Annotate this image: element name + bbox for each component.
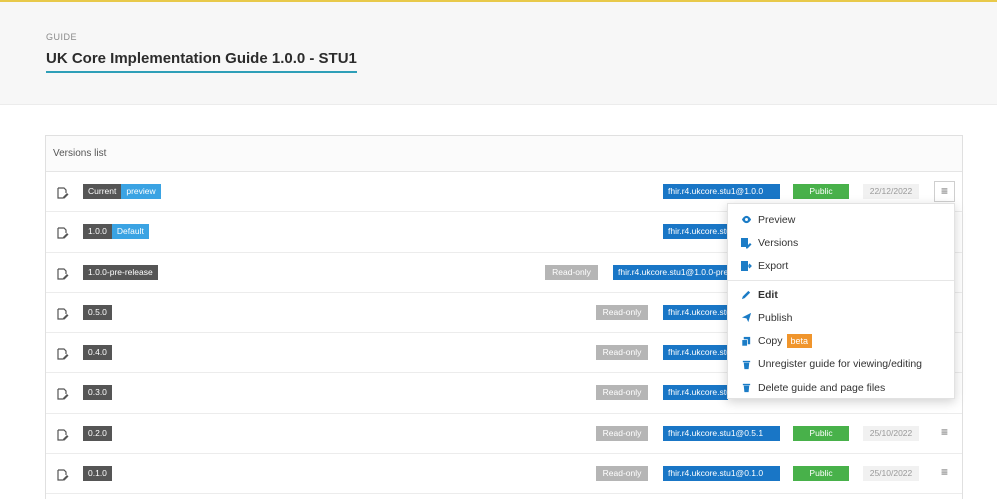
version-label: 0.3.0 xyxy=(83,385,112,401)
hamburger-icon: ≡ xyxy=(940,424,948,439)
menu-item-label: Export xyxy=(758,260,789,273)
menu-item-publish[interactable]: Publish xyxy=(728,306,954,329)
page-eyebrow: GUIDE xyxy=(46,32,78,42)
menu-item-label: Versions xyxy=(758,236,799,249)
version-badge: Default xyxy=(111,224,149,240)
menu-item-export[interactable]: Export xyxy=(728,255,954,278)
version-label: 0.2.0 xyxy=(83,425,112,441)
package-id-badge[interactable]: fhir.r4.ukcore.stu1@1.0.0-pre-release xyxy=(613,264,727,280)
menu-item-label: Preview xyxy=(758,213,796,226)
read-only-badge: Read-only xyxy=(596,385,648,401)
menu-item-versions[interactable]: Versions xyxy=(728,231,954,254)
guide-version-icon xyxy=(57,307,69,320)
status-badge: Public xyxy=(793,184,849,199)
package-id-badge[interactable]: fhir.r4.ukcore.stu1@0.5.0 xyxy=(663,304,728,320)
menu-item-delete[interactable]: Delete guide and page files xyxy=(728,376,954,399)
menu-divider xyxy=(728,279,954,281)
guide-version-icon xyxy=(57,347,69,360)
trash-icon xyxy=(740,358,752,370)
version-label: 0.4.0 xyxy=(83,345,112,361)
version-tags: 0.2.0 xyxy=(83,425,112,441)
read-only-badge: Read-only xyxy=(545,264,598,280)
menu-item-label: Edit xyxy=(758,288,778,301)
read-only-badge: Read-only xyxy=(596,304,648,320)
package-id-badge[interactable]: fhir.r4.ukcore.stu1@0.3.0 xyxy=(663,385,728,401)
version-tags: 0.4.0 xyxy=(83,345,112,361)
menu-item-label: Publish xyxy=(758,311,793,324)
actions-dropdown-menu: Preview Versions Export Edit Publish Copy beta… xyxy=(727,203,955,399)
guide-version-icon xyxy=(57,387,69,401)
version-tags: 0.5.0 xyxy=(83,304,112,320)
page-title: UK Core Implementation Guide 1.0.0 - STU… xyxy=(46,50,357,73)
menu-item-preview[interactable]: Preview xyxy=(728,208,954,231)
status-badge: Public xyxy=(793,425,849,441)
row-menu-button[interactable]: ≡ xyxy=(934,181,955,202)
version-badge: preview xyxy=(121,184,161,199)
menu-item-label: Unregister guide for viewing/editing xyxy=(758,358,923,371)
version-label: 0.1.0 xyxy=(83,466,112,482)
version-label: 1.0.0 xyxy=(83,224,112,240)
guide-version-icon xyxy=(57,226,69,239)
date-label: 25/10/2022 xyxy=(863,466,919,482)
package-id-badge[interactable]: fhir.r4.ukcore.stu1@1.0.0 xyxy=(663,184,780,199)
export-icon xyxy=(740,260,752,272)
table-row[interactable]: 0.2.0 Read-only fhir.r4.ukcore.stu1@0.5.1 P… xyxy=(46,414,962,455)
copy-icon xyxy=(740,335,752,347)
versions-icon xyxy=(740,237,752,249)
page-header: GUIDE UK Core Implementation Guide 1.0.0… xyxy=(0,2,997,105)
read-only-badge: Read-only xyxy=(596,345,648,361)
row-menu-button[interactable]: ≡ xyxy=(934,463,955,484)
read-only-badge: Read-only xyxy=(596,466,648,482)
date-label: 22/12/2022 xyxy=(863,184,919,199)
version-tags: 0.3.0 xyxy=(83,385,112,401)
menu-item-unregister[interactable]: Unregister guide for viewing/editing xyxy=(728,353,954,376)
guide-version-icon xyxy=(57,468,69,481)
menu-item-copy[interactable]: Copy beta xyxy=(728,329,954,352)
version-label: Current xyxy=(83,184,122,199)
menu-item-edit[interactable]: Edit xyxy=(728,283,954,306)
versions-panel-title: Versions list xyxy=(46,136,962,172)
eye-icon xyxy=(740,214,752,226)
status-badge: Public xyxy=(793,466,849,482)
date-label: 25/10/2022 xyxy=(863,425,919,441)
guide-version-icon xyxy=(57,186,69,199)
version-tags: 1.0.0-pre-release xyxy=(83,264,158,280)
version-label: 0.5.0 xyxy=(83,304,112,320)
menu-item-label: Copy xyxy=(758,335,783,348)
trash-icon xyxy=(740,382,752,394)
hamburger-icon: ≡ xyxy=(940,184,948,198)
send-icon xyxy=(740,312,752,324)
version-label: 1.0.0-pre-release xyxy=(83,264,158,280)
pencil-icon xyxy=(740,289,752,301)
version-tags: 0.1.0 xyxy=(83,466,112,482)
version-tags: 1.0.0 Default xyxy=(83,224,149,240)
hamburger-icon: ≡ xyxy=(940,465,948,480)
package-id-badge[interactable]: fhir.r4.ukcore.stu1@0.4.0 xyxy=(663,345,728,361)
read-only-badge: Read-only xyxy=(596,425,648,441)
row-menu-button[interactable]: ≡ xyxy=(934,423,955,444)
menu-item-label: Delete guide and page files xyxy=(758,381,886,394)
guide-version-icon xyxy=(57,267,69,280)
version-tags: Current preview xyxy=(83,184,161,199)
guide-version-icon xyxy=(57,428,69,441)
beta-badge: beta xyxy=(786,334,813,349)
package-id-badge[interactable]: fhir.r4.ukcore.stu1@0.5.1 xyxy=(663,425,780,441)
table-row[interactable]: 0.1.0 Read-only fhir.r4.ukcore.stu1@0.1.0 P… xyxy=(46,454,962,495)
package-id-badge[interactable]: fhir.r4.ukcore.stu1@0.1.0 xyxy=(663,466,780,482)
